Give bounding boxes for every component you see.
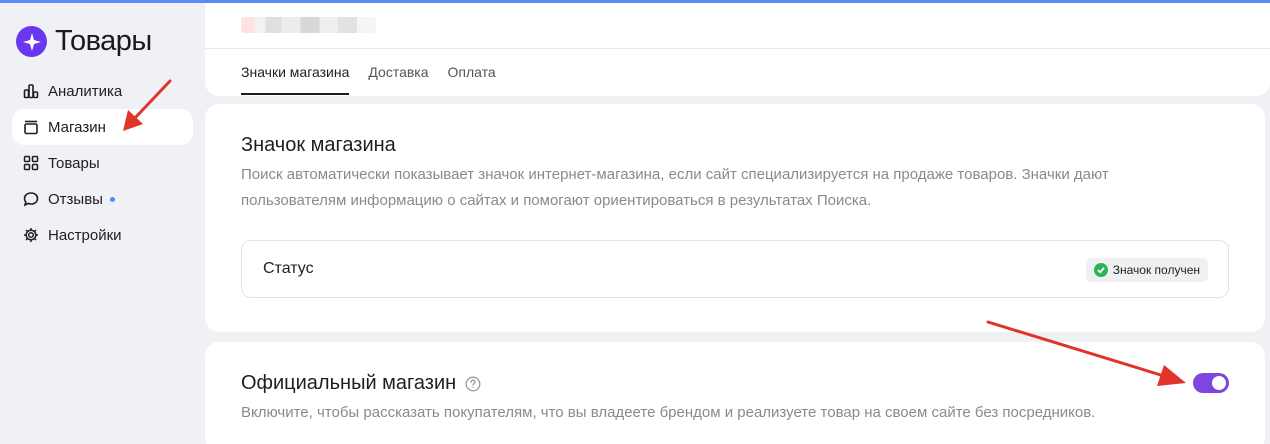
sidebar-nav: Аналитика Магазин Товары Отзывы Настройк…	[12, 73, 193, 253]
sidebar-item-analytics[interactable]: Аналитика	[12, 73, 193, 109]
official-store-card: Официальный магазин Включите, чтобы расс…	[205, 342, 1265, 444]
tab-store-badges[interactable]: Значки магазина	[241, 64, 350, 95]
tabs: Значки магазина Доставка Оплата	[241, 64, 515, 95]
brand-star-icon	[16, 26, 47, 57]
official-store-toggle[interactable]	[1193, 373, 1229, 393]
card-description: Поиск автоматически показывает значок ин…	[241, 166, 1109, 209]
card-title: Официальный магазин	[241, 372, 481, 395]
sidebar-item-label: Настройки	[48, 226, 122, 244]
gear-icon	[22, 226, 40, 244]
tab-payment[interactable]: Оплата	[448, 64, 496, 95]
status-label: Статус	[263, 260, 314, 277]
sidebar-item-settings[interactable]: Настройки	[12, 217, 193, 253]
question-circle-icon[interactable]	[464, 375, 481, 392]
sidebar: Товары Аналитика Магазин Товары Отзывы Н…	[0, 3, 205, 444]
grid-icon	[22, 154, 40, 172]
card-title-text: Официальный магазин	[241, 372, 457, 394]
notification-dot	[109, 196, 115, 202]
page-header: Значки магазина Доставка Оплата	[205, 3, 1270, 96]
header-divider	[205, 48, 1270, 49]
shop-name-redacted	[241, 17, 376, 33]
sidebar-item-label: Аналитика	[48, 82, 123, 100]
sidebar-item-label: Магазин	[48, 118, 106, 136]
tab-delivery[interactable]: Доставка	[368, 64, 428, 95]
card-description: Включите, чтобы рассказать покупателям, …	[241, 404, 1096, 421]
sidebar-item-products[interactable]: Товары	[12, 145, 193, 181]
status-box: Статус Значок получен	[241, 240, 1229, 298]
sidebar-item-label: Товары	[48, 154, 100, 172]
sidebar-item-store[interactable]: Магазин	[12, 109, 193, 145]
chat-icon	[22, 190, 40, 208]
store-badge-card: Значок магазина Поиск автоматически пока…	[205, 104, 1265, 332]
store-icon	[22, 118, 40, 136]
brand[interactable]: Товары	[16, 25, 152, 58]
status-badge: Значок получен	[1085, 258, 1208, 282]
toggle-knob	[1212, 376, 1226, 390]
app-title: Товары	[55, 25, 152, 57]
card-title: Значок магазина	[241, 134, 396, 156]
status-badge-text: Значок получен	[1112, 263, 1200, 277]
chart-icon	[22, 82, 40, 100]
sidebar-item-label: Отзывы	[48, 190, 103, 208]
sidebar-item-reviews[interactable]: Отзывы	[12, 181, 193, 217]
check-circle-icon	[1093, 263, 1108, 277]
